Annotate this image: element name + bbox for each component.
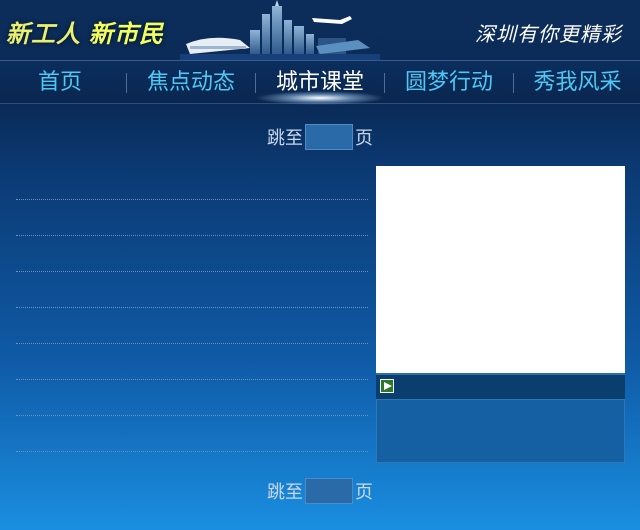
video-description — [376, 399, 625, 463]
page-number-input[interactable] — [305, 124, 353, 150]
nav-focus-news[interactable]: 焦点动态 — [128, 61, 254, 104]
nav-home[interactable]: 首页 — [0, 61, 120, 104]
article-list — [16, 164, 368, 452]
list-item[interactable] — [16, 380, 368, 416]
slogan-new-worker: 新工人 — [6, 20, 81, 48]
slogan-left: 新工人 新市民 — [6, 14, 164, 49]
list-item[interactable] — [16, 272, 368, 308]
slogan-shenzhen: 深圳有你更精彩 — [475, 22, 622, 46]
video-player[interactable] — [376, 166, 625, 373]
pager-top: 跳至 页 — [0, 124, 640, 150]
list-item[interactable] — [16, 416, 368, 452]
nav-active-indicator — [255, 91, 385, 105]
pager-suffix: 页 — [355, 482, 373, 503]
site-header: 新工人 新市民 深圳有你更精彩 — [0, 0, 640, 60]
pager-prefix: 跳至 — [267, 482, 303, 503]
nav-separator — [255, 73, 256, 93]
play-icon[interactable] — [380, 379, 394, 393]
list-item[interactable] — [16, 308, 368, 344]
skyline-graphic — [180, 0, 380, 60]
list-item[interactable] — [16, 200, 368, 236]
nav-separator — [513, 73, 514, 93]
list-item[interactable] — [16, 344, 368, 380]
pager-suffix: 页 — [355, 128, 373, 149]
list-item[interactable] — [16, 236, 368, 272]
pager-prefix: 跳至 — [267, 128, 303, 149]
nav-separator — [126, 73, 127, 93]
list-item[interactable] — [16, 164, 368, 200]
pager-bottom: 跳至 页 — [0, 478, 640, 504]
nav-dream-action[interactable]: 圆梦行动 — [386, 61, 512, 104]
slogan-new-citizen: 新市民 — [89, 20, 164, 48]
video-controls — [376, 373, 625, 401]
nav-separator — [384, 73, 385, 93]
page-number-input[interactable] — [305, 478, 353, 504]
nav-show-style[interactable]: 秀我风采 — [515, 61, 640, 104]
